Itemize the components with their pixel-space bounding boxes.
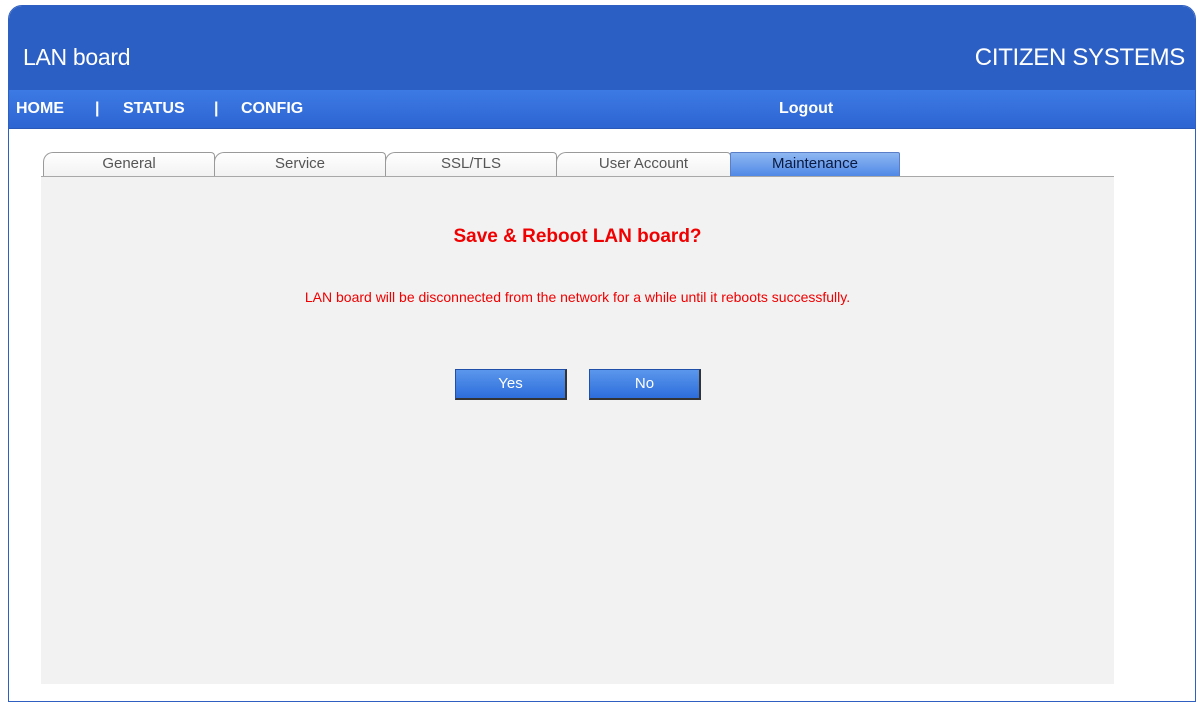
tab-user-account[interactable]: User Account <box>556 152 731 176</box>
tab-ssl-tls[interactable]: SSL/TLS <box>385 152 557 176</box>
content-area: General Service SSL/TLS User Account Mai… <box>41 150 1114 684</box>
tab-service[interactable]: Service <box>214 152 386 176</box>
logout-link[interactable]: Logout <box>779 100 833 118</box>
nav-status-link[interactable]: STATUS <box>123 100 185 118</box>
no-button[interactable]: No <box>589 369 701 400</box>
nav-bar: HOME | STATUS | CONFIG Logout <box>9 90 1195 129</box>
nav-separator: | <box>214 100 219 117</box>
nav-separator: | <box>95 100 100 117</box>
app-title: LAN board <box>23 44 131 70</box>
yes-button[interactable]: Yes <box>455 369 567 400</box>
dialog-title: Save & Reboot LAN board? <box>453 226 702 247</box>
tab-bar: General Service SSL/TLS User Account Mai… <box>41 150 1114 177</box>
header: LAN board CITIZEN SYSTEMS <box>9 6 1195 90</box>
app-frame: LAN board CITIZEN SYSTEMS HOME | STATUS … <box>8 5 1196 702</box>
tab-general[interactable]: General <box>43 152 215 176</box>
nav-config-link[interactable]: CONFIG <box>241 100 303 118</box>
nav-home-link[interactable]: HOME <box>16 100 64 118</box>
dialog-message: LAN board will be disconnected from the … <box>304 289 851 305</box>
brand-name: CITIZEN SYSTEMS <box>974 44 1186 71</box>
tab-maintenance[interactable]: Maintenance <box>730 152 900 176</box>
maintenance-panel: Save & Reboot LAN board? LAN board will … <box>41 177 1114 684</box>
